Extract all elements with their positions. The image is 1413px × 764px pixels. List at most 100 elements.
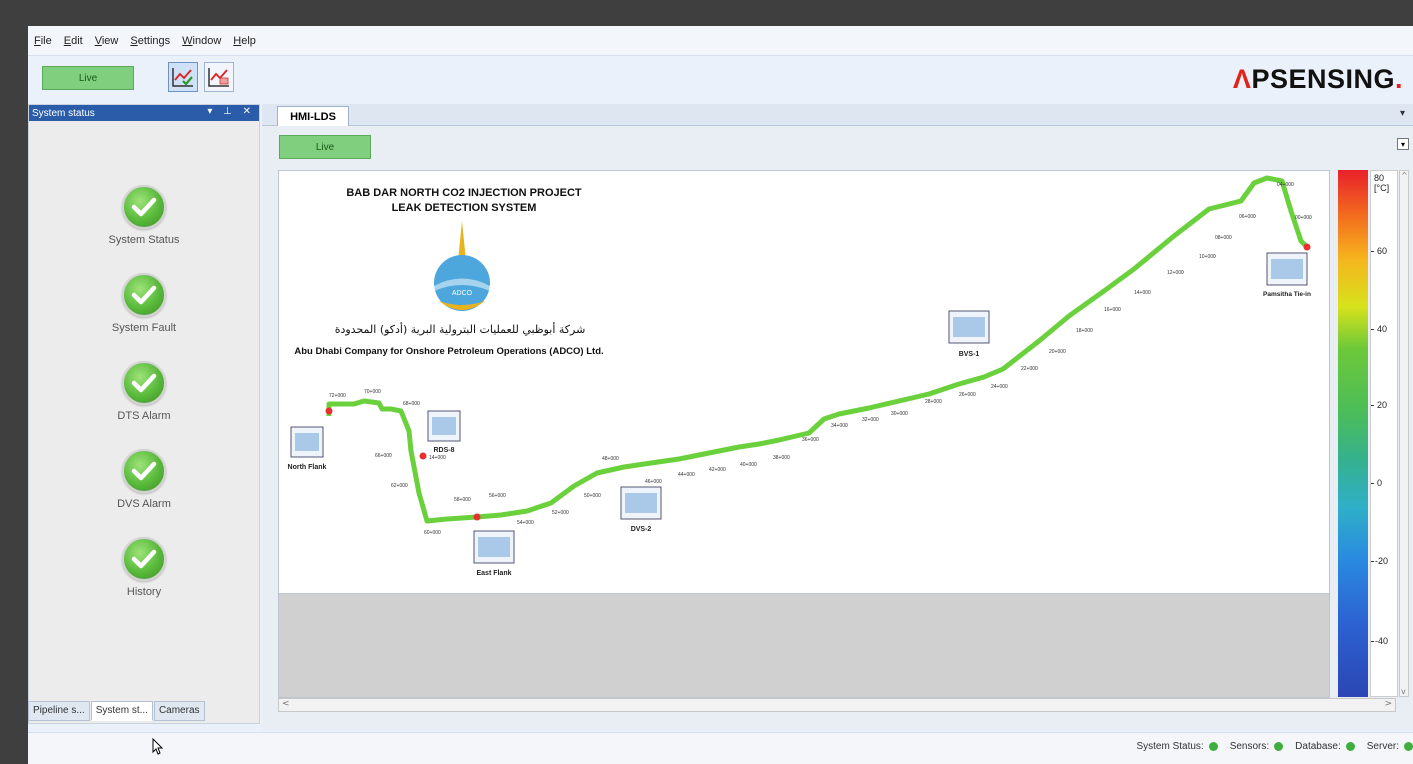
menu-view[interactable]: View [95,35,119,47]
scale-tick [1371,561,1374,562]
status-item-dvs-alarm[interactable]: DVS Alarm [29,449,259,510]
svg-text:RDS-8: RDS-8 [433,447,454,454]
scale-tick [1371,329,1374,330]
tab-system-status[interactable]: System st... [90,701,153,721]
hmi-canvas: BAB DAR NORTH CO2 INJECTION PROJECT LEAK… [278,170,1330,594]
menu-edit[interactable]: Edit [64,35,83,47]
chainage-label: 30+000 [891,411,908,417]
tab-pipeline-status[interactable]: Pipeline s... [28,701,90,721]
horizontal-scrollbar[interactable]: < > [278,698,1396,712]
panel-header: System status ▾ ⊥ ✕ [29,105,259,121]
hmi-lower-panel [278,594,1330,698]
chainage-label: 66+000 [375,453,392,459]
leak-marker[interactable] [325,407,333,415]
scale-label: 80 [1374,173,1385,183]
chainage-labels: 72+000 70+000 68+000 66+000 62+000 60+00… [329,182,1312,536]
menu-window[interactable]: Window [182,35,221,47]
station-bvs-1[interactable]: BVS-1 [948,310,990,358]
menu-bar: File Edit View Settings Window Help [28,26,1413,56]
vertical-scrollbar[interactable]: ^ v [1399,170,1409,697]
chainage-label: 08+000 [1215,235,1232,241]
scale-label: 20 [1377,400,1388,410]
station-east-flank[interactable]: East Flank [473,530,515,577]
station-rds-8[interactable]: RDS-8 [427,410,461,454]
chainage-label: 14+000 [429,455,446,461]
trend-alarm-button[interactable] [204,62,234,92]
menu-file[interactable]: File [34,35,52,47]
chainage-label: 34+000 [831,423,848,429]
chainage-label: 10+000 [1199,254,1216,260]
temperature-scale-labels: 80 [°C] 60 40 20 0 -20 -40 [1370,170,1398,697]
scale-label: -20 [1375,556,1389,566]
status-bar: System Status: Sensors: Database: Server… [28,732,1413,764]
status-item-system-status[interactable]: System Status [29,185,259,246]
chainage-label: 26+000 [959,392,976,398]
chainage-label: 68+000 [403,401,420,407]
chainage-label: 14+000 [1134,290,1151,296]
leak-marker[interactable] [473,513,481,521]
panel-title: System status [32,107,95,119]
status-sensors-dot [1274,742,1284,751]
scroll-left-icon[interactable]: < [282,699,290,709]
live-button-main[interactable]: Live [279,135,371,159]
menu-help[interactable]: Help [233,35,256,47]
chainage-label: 70+000 [364,389,381,395]
scroll-up-icon[interactable]: ^ [1401,171,1408,180]
status-label: System Status [108,234,180,246]
tab-cameras[interactable]: Cameras [153,701,205,721]
status-database-label: Database: [1295,741,1341,752]
trend-check-button[interactable] [168,62,198,92]
status-system-label: System Status: [1136,741,1204,752]
status-label: History [126,586,162,598]
left-panel-tabs: Pipeline s... System st... Cameras [28,701,260,721]
main-tab-row: HMI-LDS ▾ [262,104,1413,126]
svg-text:BVS-1: BVS-1 [959,351,980,358]
chainage-label: 50+000 [584,493,601,499]
system-title: LEAK DETECTION SYSTEM [392,202,537,214]
status-item-system-fault[interactable]: System Fault [29,273,259,334]
scale-tick [1371,641,1374,642]
scale-label: -40 [1375,636,1389,646]
chainage-label: 58+000 [454,497,471,503]
leak-marker[interactable] [1303,243,1311,251]
check-circle-icon [122,361,166,405]
company-name-english: Abu Dhabi Company for Onshore Petroleum … [294,346,603,357]
check-circle-icon [122,449,166,493]
station-pamsitha-tie-in[interactable]: Pamsitha Tie-in [1263,252,1311,298]
menu-settings[interactable]: Settings [130,35,170,47]
scale-label: 60 [1377,246,1388,256]
chainage-label: 44+000 [678,472,695,478]
chainage-label: 06+000 [1239,214,1256,220]
scroll-down-icon[interactable]: v [1401,687,1406,696]
station-dvs-2[interactable]: DVS-2 [620,486,662,533]
status-system-dot [1208,742,1218,751]
status-label: DVS Alarm [117,498,171,510]
station-north-flank[interactable]: North Flank [288,426,327,471]
chainage-label: 28+000 [925,399,942,405]
chainage-label: 16+000 [1104,307,1121,313]
chainage-label: 62+000 [391,483,408,489]
status-item-dts-alarm[interactable]: DTS Alarm [29,361,259,422]
panel-dropdown-icon[interactable]: ▾ [1397,138,1409,150]
live-button[interactable]: Live [42,66,134,90]
status-item-history[interactable]: History [29,537,259,598]
chainage-label: 32+000 [862,417,879,423]
tab-hmi-lds[interactable]: HMI-LDS [277,106,349,126]
chainage-label: 18+000 [1076,328,1093,334]
leak-marker[interactable] [419,452,427,460]
svg-text:North Flank: North Flank [288,464,327,471]
pipeline-diagram: BAB DAR NORTH CO2 INJECTION PROJECT LEAK… [288,175,1312,577]
trend-check-icon [172,68,193,87]
chainage-label: 36+000 [802,437,819,443]
tab-menu-icon[interactable]: ▾ [1400,108,1405,119]
adco-logo: ADCO [434,221,490,311]
trend-alarm-icon [208,68,229,87]
chainage-label: 72+000 [329,393,346,399]
status-server-dot [1404,742,1413,751]
scroll-right-icon[interactable]: > [1384,699,1392,709]
panel-controls[interactable]: ▾ ⊥ ✕ [207,106,255,117]
chainage-label: 46+000 [645,479,662,485]
chainage-label: 04+000 [1277,182,1294,188]
chainage-label: 24+000 [991,384,1008,390]
main-area: HMI-LDS ▾ Live ▾ BAB DAR NORTH CO2 INJEC… [262,104,1413,730]
